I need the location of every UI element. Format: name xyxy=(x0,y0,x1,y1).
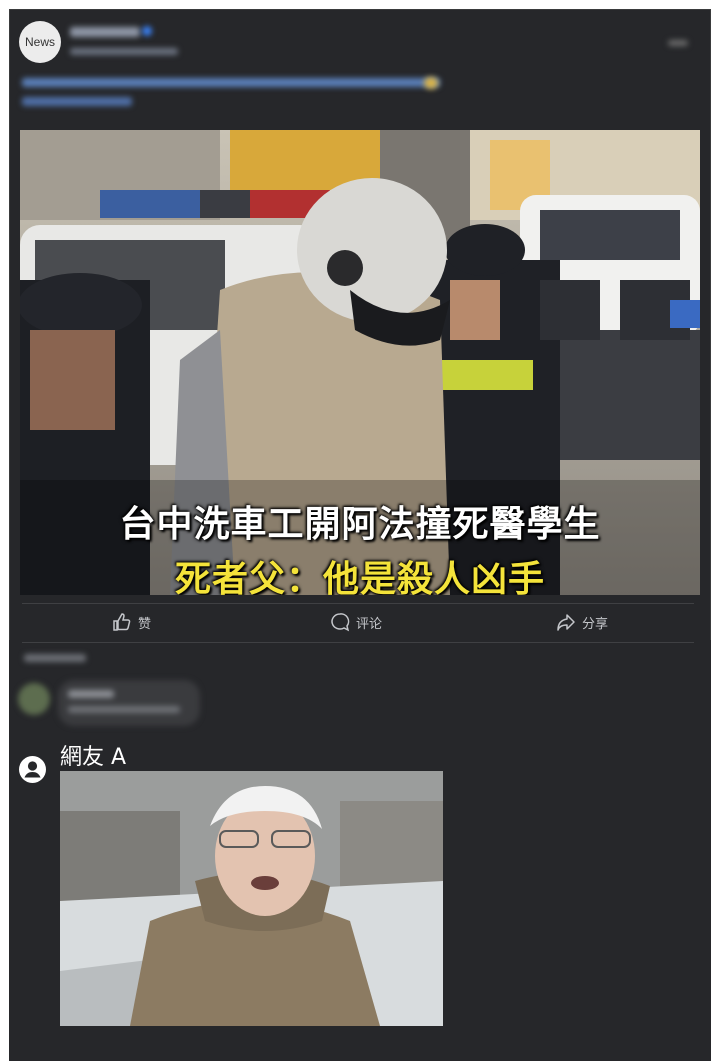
comment-sort-redacted[interactable] xyxy=(24,654,86,662)
action-bar: 赞 评论 分享 xyxy=(22,606,694,638)
headline-line-2: 死者父：他是殺人凶手 xyxy=(174,559,545,595)
like-button[interactable]: 赞 xyxy=(112,606,151,638)
like-label: 赞 xyxy=(138,616,152,632)
post-caption-redacted xyxy=(22,78,440,87)
post-meta-redacted xyxy=(70,48,178,55)
more-options-icon[interactable] xyxy=(668,40,688,46)
thumbs-up-icon xyxy=(113,613,131,631)
comment-bubble-redacted xyxy=(58,680,200,726)
news-photo[interactable]: 台中洗車工開阿法撞死醫學生 死者父：他是殺人凶手 xyxy=(20,130,700,595)
reply-username[interactable]: 網友 A xyxy=(60,739,126,771)
page-name-redacted[interactable] xyxy=(70,27,140,37)
headline-line-1: 台中洗車工開阿法撞死醫學生 xyxy=(119,504,601,545)
page-avatar-label: News xyxy=(24,35,55,49)
verified-badge-icon xyxy=(142,26,152,36)
post-link-redacted[interactable] xyxy=(22,97,132,106)
comment-button[interactable]: 评论 xyxy=(330,606,382,638)
user-avatar-icon[interactable] xyxy=(19,756,46,783)
reply-image[interactable] xyxy=(60,771,443,1026)
comment-label: 评论 xyxy=(356,616,383,632)
divider-bottom xyxy=(22,642,694,643)
commenter-avatar[interactable] xyxy=(18,683,50,715)
share-label: 分享 xyxy=(582,616,609,632)
divider-top xyxy=(22,603,694,604)
page-avatar[interactable]: News xyxy=(19,21,61,63)
emoji-icon xyxy=(424,77,438,89)
comment-icon xyxy=(331,613,350,632)
share-button[interactable]: 分享 xyxy=(556,606,608,638)
reply-image-illustration xyxy=(60,771,443,1026)
share-icon xyxy=(557,614,575,631)
